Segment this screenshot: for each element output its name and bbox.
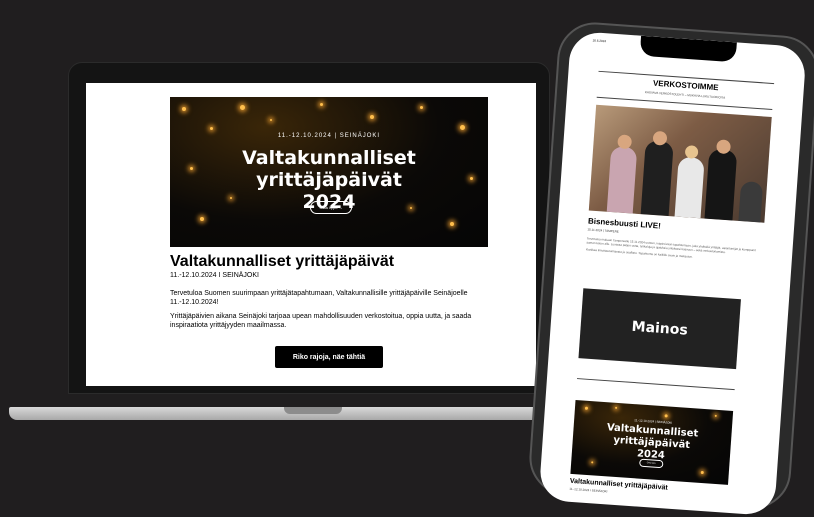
phone-hero-banner: 11.-12.10.2024 | SEINÄJOKI Valtakunnalli… <box>570 400 734 485</box>
status-time: 20.6.2024 <box>592 38 607 44</box>
article-date: 15.11.2024 | TAMPERE <box>587 227 619 234</box>
event-date: 11.-12.10.2024 I SEINÄJOKI <box>170 272 259 279</box>
page-title: Valtakunnalliset yrittäjäpäivät <box>170 253 395 270</box>
laptop-device: 11.-12.10.2024 | SEINÄJOKI Valtakunnalli… <box>68 62 550 394</box>
ad-banner[interactable]: Mainos <box>578 288 741 370</box>
article-text: Tervetuloa mukaan Tampereelle 15.11.2024… <box>586 236 763 263</box>
hero-title-line1: Valtakunnalliset yrittäjäpäivät <box>242 147 416 191</box>
phone-buy-ticket-button[interactable]: Osta lippu <box>639 458 664 469</box>
laptop-screen: 11.-12.10.2024 | SEINÄJOKI Valtakunnalli… <box>86 83 536 386</box>
phone-event-date: 11.-12.10.2024 I SEINÄJOKI <box>569 486 608 494</box>
divider <box>576 378 735 391</box>
phone-screen: 20.6.2024 VERKOSTOIMME KASVAVA VERKOSTOL… <box>538 30 807 517</box>
laptop-base <box>9 407 545 420</box>
intro-paragraph: Tervetuloa Suomen suurimpaan yrittäjätap… <box>170 290 468 306</box>
cta-button[interactable]: Riko rajoja, näe tähtiä <box>275 346 383 368</box>
hero-banner: 11.-12.10.2024 | SEINÄJOKI Valtakunnalli… <box>170 97 488 247</box>
body-paragraph: Yrittäjäpäivien aikana Seinäjoki tarjoaa… <box>170 313 472 329</box>
hero-date: 11.-12.10.2024 | SEINÄJOKI <box>277 133 381 139</box>
article-content: Valtakunnalliset yrittäjäpäivät 11.-12.1… <box>170 253 488 368</box>
laptop-notch <box>284 407 342 414</box>
article-photo <box>588 104 772 223</box>
dynamic-island <box>639 35 737 63</box>
buy-ticket-button[interactable]: Osta lippu → <box>310 201 352 214</box>
phone-device: 20.6.2024 VERKOSTOIMME KASVAVA VERKOSTOL… <box>526 20 814 517</box>
